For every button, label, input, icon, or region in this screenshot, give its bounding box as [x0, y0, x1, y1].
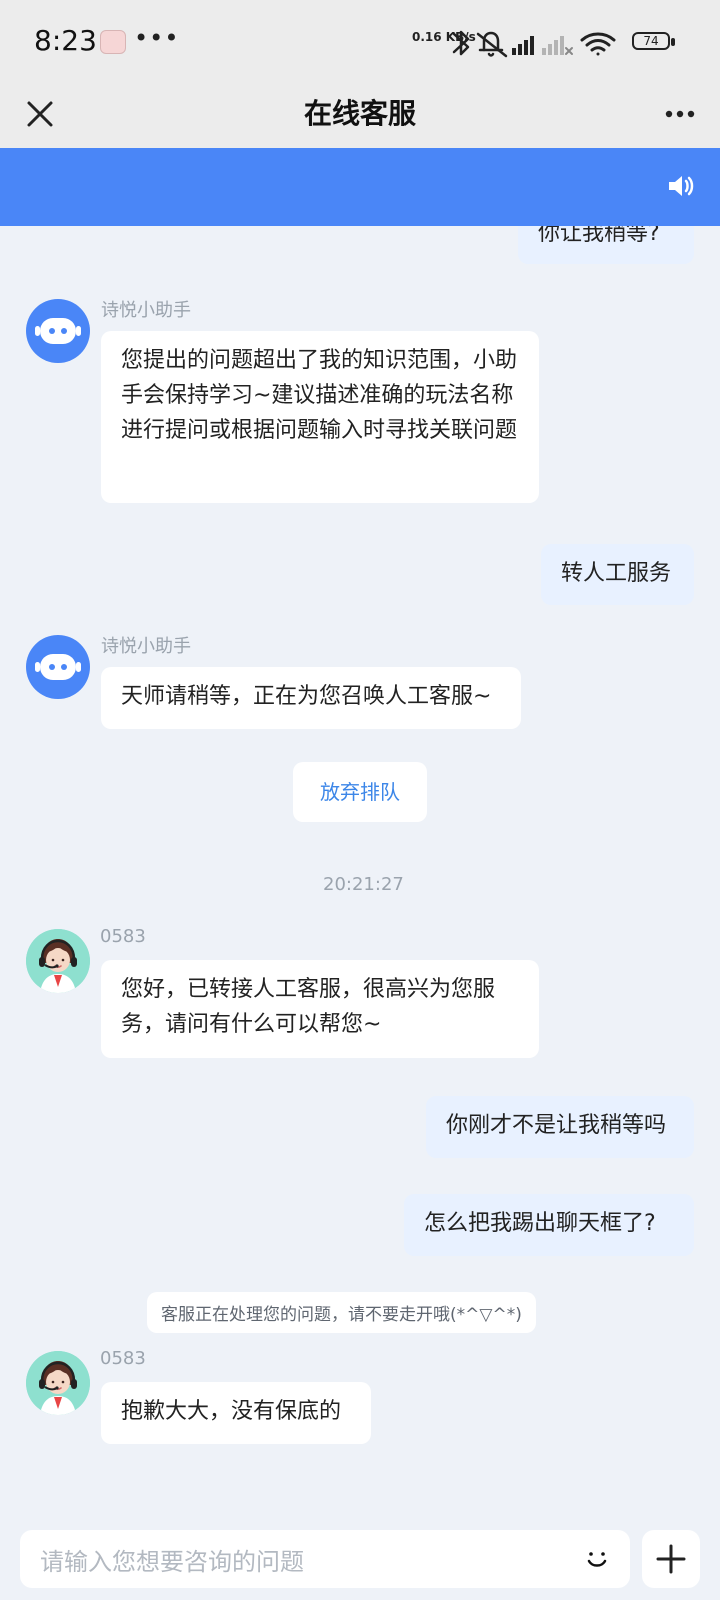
message-text: 转人工服务 — [561, 561, 672, 586]
system-message: 客服正在处理您的问题，请不要走开哦(*^▽^*) — [147, 1292, 536, 1333]
robot-icon — [35, 318, 81, 344]
bot-sender: 诗悦小助手 — [101, 636, 191, 657]
user-message: 怎么把我踢出聊天框了? — [404, 1194, 694, 1256]
agent-message: 您好，已转接人工客服，很高兴为您服务，请问有什么可以帮您~ — [101, 960, 539, 1058]
status-more: ••• — [134, 24, 180, 52]
message-text: 你让我稍等? — [538, 226, 660, 246]
message-timestamp: 20:21:27 — [323, 874, 404, 895]
battery-indicator: 74 — [632, 32, 675, 50]
agent-icon — [26, 929, 90, 993]
agent-icon — [26, 1351, 90, 1415]
plus-icon — [656, 1544, 686, 1574]
message-text: 天师请稍等，正在为您召唤人工客服~ — [121, 684, 492, 709]
status-emoji-icon — [100, 30, 126, 54]
bluetooth-icon — [452, 30, 470, 56]
message-input[interactable]: 请输入您想要咨询的问题 — [20, 1530, 630, 1588]
system-message-text: 客服正在处理您的问题，请不要走开哦(*^▽^*) — [161, 1305, 522, 1325]
bot-sender: 诗悦小助手 — [101, 300, 191, 321]
cancel-queue-label: 放弃排队 — [320, 780, 400, 804]
cancel-queue-button[interactable]: 放弃排队 — [293, 762, 427, 822]
speaker-button[interactable] — [666, 171, 696, 201]
status-bar: 8:23 ••• 0.16 KB/s 74 — [0, 0, 720, 80]
agent-sender: 0583 — [100, 1348, 146, 1369]
emoji-button[interactable] — [582, 1544, 612, 1574]
announcement-banner — [0, 148, 720, 226]
agent-avatar — [26, 929, 90, 993]
speaker-icon — [669, 176, 694, 196]
message-text: 怎么把我踢出聊天框了? — [424, 1211, 656, 1236]
status-time: 8:23 — [34, 24, 97, 57]
bot-avatar — [26, 635, 90, 699]
bot-message: 您提出的问题超出了我的知识范围，小助手会保持学习~建议描述准确的玩法名称进行提问… — [101, 331, 539, 503]
more-button[interactable] — [656, 90, 704, 138]
more-icon — [665, 110, 695, 118]
agent-message: 抱歉大大，没有保底的 — [101, 1382, 371, 1444]
plus-button[interactable] — [642, 1530, 700, 1588]
agent-sender: 0583 — [100, 926, 146, 947]
bot-message: 天师请稍等，正在为您召唤人工客服~ — [101, 667, 521, 729]
page-title: 在线客服 — [303, 97, 416, 130]
wifi-icon — [580, 32, 616, 56]
user-message: 你刚才不是让我稍等吗 — [426, 1096, 694, 1158]
mute-bell-icon — [476, 31, 508, 58]
agent-avatar — [26, 1351, 90, 1415]
chat-list: 你让我稍等? 诗悦小助手 您提出的问题超出了我的知识范围，小助手会保持学习~建议… — [0, 226, 720, 1518]
message-text: 您提出的问题超出了我的知识范围，小助手会保持学习~建议描述准确的玩法名称进行提问… — [121, 348, 518, 443]
emoji-icon — [587, 1552, 607, 1567]
top-bar: 在线客服 — [0, 80, 720, 148]
robot-icon — [35, 654, 81, 680]
message-text: 你刚才不是让我稍等吗 — [446, 1113, 667, 1138]
message-text: 抱歉大大，没有保底的 — [121, 1399, 342, 1424]
user-message: 转人工服务 — [541, 544, 694, 605]
composer-bar: 请输入您想要咨询的问题 — [0, 1518, 720, 1600]
message-input-placeholder: 请输入您想要咨询的问题 — [40, 1548, 304, 1576]
bot-avatar — [26, 299, 90, 363]
signal-icon — [512, 36, 573, 55]
user-message: 你让我稍等? — [518, 226, 694, 264]
message-text: 您好，已转接人工客服，很高兴为您服务，请问有什么可以帮您~ — [121, 977, 496, 1037]
